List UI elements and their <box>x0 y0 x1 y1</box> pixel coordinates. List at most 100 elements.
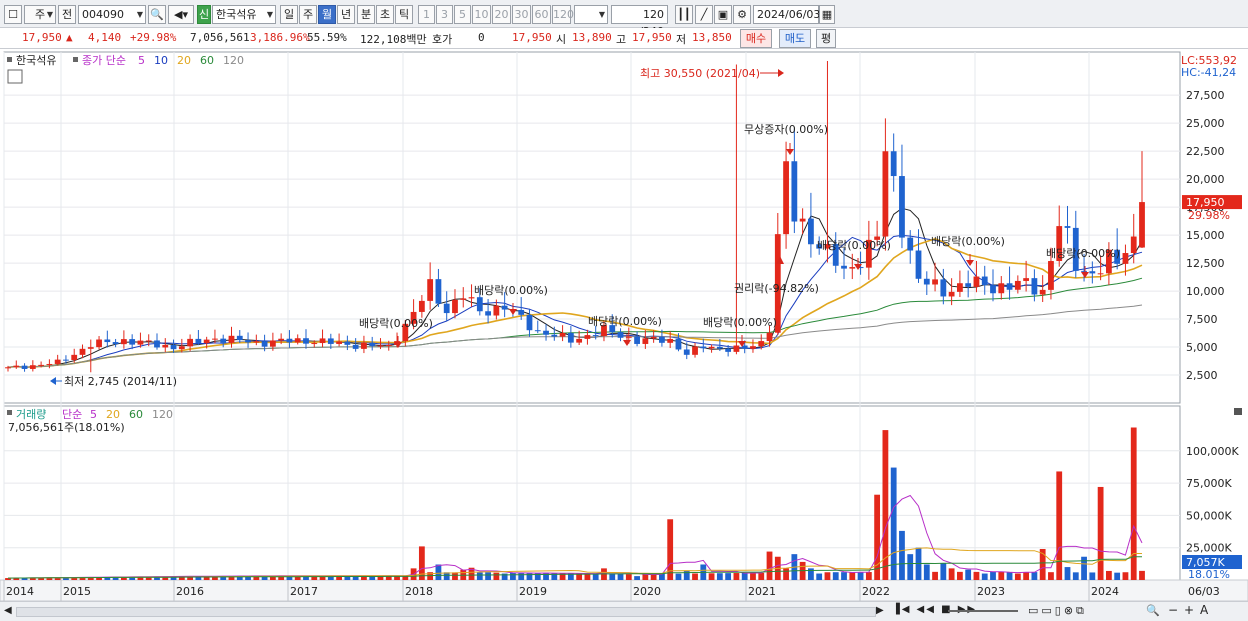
volume-bar <box>758 572 765 580</box>
price-tick-label: 12,500 <box>1186 257 1225 270</box>
period-week-button[interactable]: 주 <box>299 5 317 24</box>
interval-5-button[interactable]: 5 <box>454 5 471 24</box>
font-size-icon[interactable]: A <box>1200 603 1208 617</box>
candle-body <box>1089 271 1096 274</box>
interval-30-button[interactable]: 30 <box>512 5 531 24</box>
volume-bar <box>998 571 1005 580</box>
volume-bar <box>1031 572 1038 580</box>
sell-button[interactable]: 매도 <box>779 29 811 48</box>
quote-label: 호가 <box>432 33 453 46</box>
time-axis: 2014 2015 2016 2017 2018 2019 2020 2021 2022 2023… <box>0 579 1248 601</box>
candle-body <box>154 340 160 348</box>
chart-scroll-bar[interactable]: ◀ ▶ ▐◀ ◀◀ ■ ▶▶ ▭▭▯⊗⧉ 🔍 − + A <box>0 601 1248 621</box>
candle-body <box>1014 280 1021 290</box>
market-select-value: 주 <box>34 8 46 21</box>
candle-body <box>195 338 202 344</box>
chevron-down-icon: ▼ <box>46 10 53 19</box>
previous-button[interactable]: 전 <box>58 5 76 24</box>
price-tick-label: 20,000 <box>1186 173 1225 186</box>
candle-body <box>758 341 765 347</box>
display-count-input[interactable]: 120 /240 <box>611 5 668 38</box>
gear-icon[interactable]: ⚙ <box>733 5 751 24</box>
volume-bar <box>1048 572 1054 580</box>
volume-bar <box>973 571 980 580</box>
interval-custom-select[interactable]: ▼ <box>574 5 608 24</box>
volume-bar <box>1014 573 1021 580</box>
candle-body <box>278 338 285 341</box>
stock-name-field[interactable]: 한국석유 ▼ <box>212 5 276 24</box>
candle-body <box>700 346 707 349</box>
candle-body <box>716 346 723 349</box>
period-minute-button[interactable]: 분 <box>357 5 375 24</box>
interval-20-button[interactable]: 20 <box>492 5 511 24</box>
volume-bar <box>750 572 756 580</box>
volume-tick-label: 100,000K <box>1186 445 1239 458</box>
volume-bar <box>1097 486 1104 580</box>
calendar-icon[interactable]: ▦ <box>819 5 835 24</box>
candle-body <box>957 283 963 292</box>
price-tick-label: 25,000 <box>1186 117 1225 130</box>
year-label: 2023 <box>977 585 1005 598</box>
market-select[interactable]: 주 ▼ <box>24 5 56 24</box>
period-second-button[interactable]: 초 <box>376 5 394 24</box>
year-label: 2014 <box>6 585 34 598</box>
scroll-right-icon[interactable]: ▶ <box>876 605 884 616</box>
date-input[interactable]: 2024/06/03 <box>753 5 820 24</box>
volume-bar <box>783 568 789 580</box>
candle-body <box>38 364 45 366</box>
period-day-button[interactable]: 일 <box>280 5 298 24</box>
candle-body <box>493 305 500 316</box>
volume-bar <box>592 573 599 580</box>
volume-bar <box>957 571 963 580</box>
interval-120-button[interactable]: 120 <box>552 5 574 24</box>
candle-body <box>311 343 318 345</box>
scroll-left-icon[interactable]: ◀ <box>4 605 12 616</box>
interval-1-button[interactable]: 1 <box>418 5 435 24</box>
buy-button[interactable]: 매수 <box>740 29 772 48</box>
zoom-slider[interactable] <box>948 610 1018 612</box>
scroll-track[interactable] <box>16 607 876 617</box>
candle-body <box>145 340 152 342</box>
period-tick-button[interactable]: 틱 <box>395 5 413 24</box>
candle-body <box>642 338 649 344</box>
candle-body <box>526 314 533 331</box>
candle-body <box>96 339 102 348</box>
year-label: 2018 <box>405 585 433 598</box>
zoom-tool-icons[interactable]: ▭▭▯⊗⧉ <box>1028 604 1087 618</box>
stock-name-value: 한국석유 <box>216 8 257 21</box>
price-legend-period: 10 <box>154 54 168 67</box>
window-menu-icon[interactable]: ☐ <box>4 5 22 24</box>
line-tool-icon[interactable]: ╱ <box>695 5 713 24</box>
search-icon[interactable]: 🔍 <box>148 5 166 24</box>
search-icon[interactable]: 🔍 <box>1146 604 1160 617</box>
period-month-button[interactable]: 월 <box>318 5 336 24</box>
sound-icon[interactable]: ◀▾ <box>168 5 194 24</box>
candle-body <box>659 336 665 343</box>
price-legend-period: 60 <box>200 54 214 67</box>
volume-bar <box>485 572 491 580</box>
candle-body <box>1130 236 1137 254</box>
save-icon[interactable]: ▣ <box>714 5 732 24</box>
interval-3-button[interactable]: 3 <box>436 5 453 24</box>
zoom-out-icon[interactable]: − <box>1168 603 1178 617</box>
candle-type-icon[interactable]: ┃┃ <box>675 5 693 24</box>
year-label: 2016 <box>176 585 204 598</box>
quote-price: 17,950 <box>512 31 552 44</box>
candle-body <box>178 346 185 350</box>
chart-window: ☐ 주 ▼ 전 004090 ▼ 🔍 ◀▾ 신 한국석유 ▼ 일 주 월 년 분… <box>0 0 1248 621</box>
volume-bar <box>510 572 516 580</box>
period-year-button[interactable]: 년 <box>337 5 355 24</box>
interval-60-button[interactable]: 60 <box>532 5 551 24</box>
stock-chart[interactable]: 2,5005,0007,50010,00012,50015,00017,5002… <box>0 50 1248 601</box>
candle-body <box>443 303 450 314</box>
volume-bar <box>766 551 773 580</box>
code-input[interactable]: 004090 ▼ <box>78 5 146 24</box>
interval-10-button[interactable]: 10 <box>472 5 491 24</box>
average-button[interactable]: 평 <box>816 29 836 48</box>
candle-body <box>1122 253 1129 264</box>
zoom-in-icon[interactable]: + <box>1184 603 1194 617</box>
candle-body <box>808 218 814 245</box>
volume-tick-label: 25,000K <box>1186 542 1232 555</box>
candle-body <box>212 338 218 340</box>
candle-body <box>518 309 525 315</box>
